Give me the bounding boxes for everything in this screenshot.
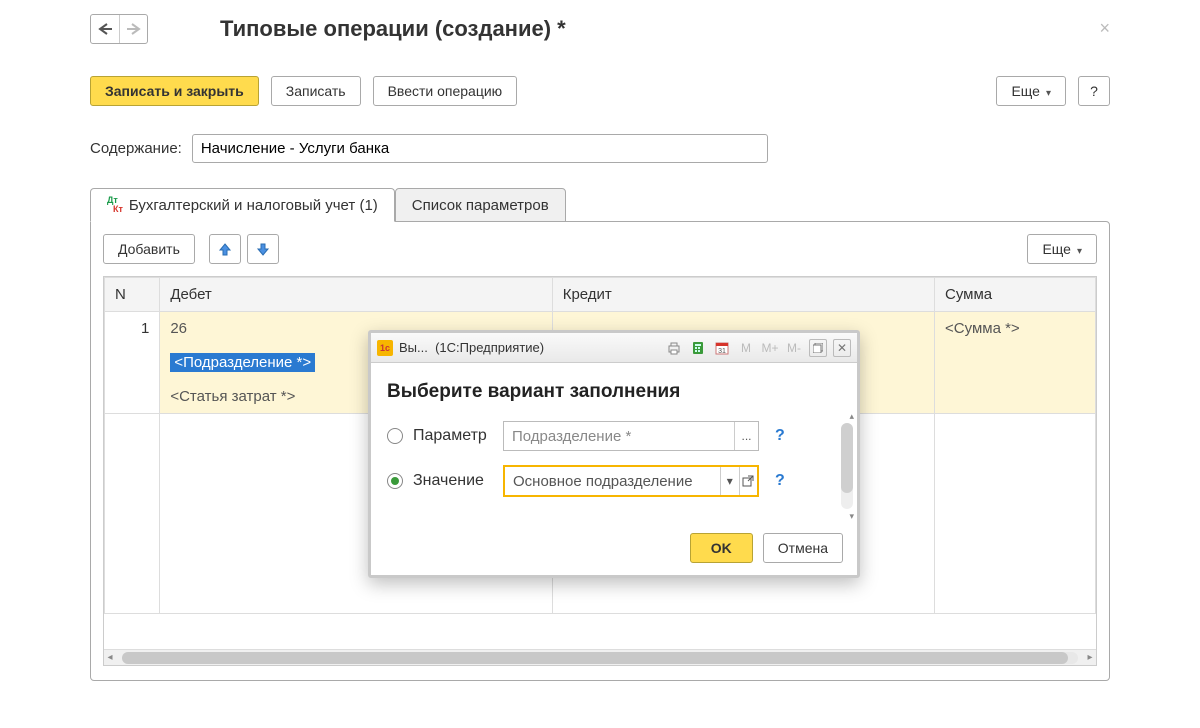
save-button[interactable]: Записать — [271, 76, 361, 106]
scroll-left-icon[interactable]: ◂ — [104, 652, 116, 664]
value-field[interactable]: ▾ — [503, 465, 759, 497]
scroll-up-icon[interactable]: ▴ — [849, 411, 854, 422]
back-button[interactable] — [91, 15, 119, 43]
debit-subdivision[interactable]: <Подразделение *> — [170, 353, 315, 372]
cell-sum[interactable]: <Сумма *> — [935, 312, 1096, 414]
tab-parameters[interactable]: Список параметров — [395, 188, 566, 222]
enter-operation-button[interactable]: Ввести операцию — [373, 76, 518, 106]
forward-button[interactable] — [119, 15, 147, 43]
arrow-left-icon — [97, 23, 113, 35]
horizontal-scrollbar[interactable]: ◂ ▸ — [104, 649, 1096, 665]
save-and-close-button[interactable]: Записать и закрыть — [90, 76, 259, 106]
memory-mminus-icon[interactable]: M- — [785, 339, 803, 357]
value-dropdown-button[interactable]: ▾ — [720, 467, 739, 495]
col-n[interactable]: N — [105, 278, 160, 312]
help-button[interactable]: ? — [1078, 76, 1110, 106]
dialog-title: Вы... (1С:Предприятие) — [399, 340, 544, 355]
cell-n[interactable]: 1 — [105, 312, 160, 414]
caret-down-icon: ▾ — [1046, 88, 1051, 99]
dialog-scrollbar-thumb[interactable] — [841, 423, 853, 493]
close-icon[interactable]: × — [1099, 18, 1110, 39]
tab-accounting[interactable]: ДтКт Бухгалтерский и налоговый учет (1) — [90, 188, 395, 222]
content-label: Содержание: — [90, 140, 182, 157]
scroll-right-icon[interactable]: ▸ — [1084, 652, 1096, 664]
option-value-row: Значение ▾ ? — [387, 465, 843, 497]
parameter-lookup-button[interactable]: ... — [734, 422, 758, 450]
app-icon: 1c — [377, 340, 393, 356]
svg-text:31: 31 — [718, 348, 726, 355]
arrow-down-icon — [256, 242, 270, 256]
dtkt-icon: ДтКт — [107, 196, 123, 214]
value-input[interactable] — [505, 473, 720, 490]
calendar-icon[interactable]: 31 — [713, 339, 731, 357]
col-credit[interactable]: Кредит — [552, 278, 934, 312]
arrow-right-icon — [126, 23, 142, 35]
tab-parameters-label: Список параметров — [412, 197, 549, 214]
radio-parameter[interactable] — [387, 428, 403, 444]
fill-variant-dialog: 1c Вы... (1С:Предприятие) 31 M M+ M- ✕ — [368, 330, 860, 578]
value-help-icon[interactable]: ? — [775, 472, 785, 490]
parameter-input[interactable] — [504, 428, 734, 445]
scroll-down-icon[interactable]: ▾ — [849, 511, 854, 522]
move-down-button[interactable] — [247, 234, 279, 264]
option-value-label: Значение — [413, 472, 493, 490]
option-parameter-label: Параметр — [413, 427, 493, 445]
restore-icon[interactable] — [809, 339, 827, 357]
add-button[interactable]: Добавить — [103, 234, 195, 264]
cancel-button[interactable]: Отмена — [763, 533, 843, 563]
nav-buttons — [90, 14, 148, 44]
col-sum[interactable]: Сумма — [935, 278, 1096, 312]
col-debit[interactable]: Дебет — [160, 278, 552, 312]
tab-accounting-label: Бухгалтерский и налоговый учет (1) — [129, 197, 378, 214]
dialog-titlebar[interactable]: 1c Вы... (1С:Предприятие) 31 M M+ M- ✕ — [371, 333, 857, 363]
ok-button[interactable]: OK — [690, 533, 753, 563]
arrow-up-icon — [218, 242, 232, 256]
memory-m-icon[interactable]: M — [737, 339, 755, 357]
panel-more-button[interactable]: Еще▾ — [1027, 234, 1097, 264]
open-icon — [742, 475, 754, 487]
radio-value[interactable] — [387, 473, 403, 489]
dialog-heading: Выберите вариант заполнения — [387, 381, 843, 403]
option-parameter-row: Параметр ... ? — [387, 421, 843, 451]
page-title: Типовые операции (создание) * — [220, 16, 566, 42]
value-open-button[interactable] — [739, 467, 758, 495]
content-input[interactable] — [192, 134, 768, 163]
parameter-field[interactable]: ... — [503, 421, 759, 451]
parameter-help-icon[interactable]: ? — [775, 427, 785, 445]
dialog-close-icon[interactable]: ✕ — [833, 339, 851, 357]
caret-down-icon: ▾ — [1077, 246, 1082, 257]
move-up-button[interactable] — [209, 234, 241, 264]
memory-mplus-icon[interactable]: M+ — [761, 339, 779, 357]
print-icon[interactable] — [665, 339, 683, 357]
more-button[interactable]: Еще▾ — [996, 76, 1066, 106]
calculator-icon[interactable] — [689, 339, 707, 357]
